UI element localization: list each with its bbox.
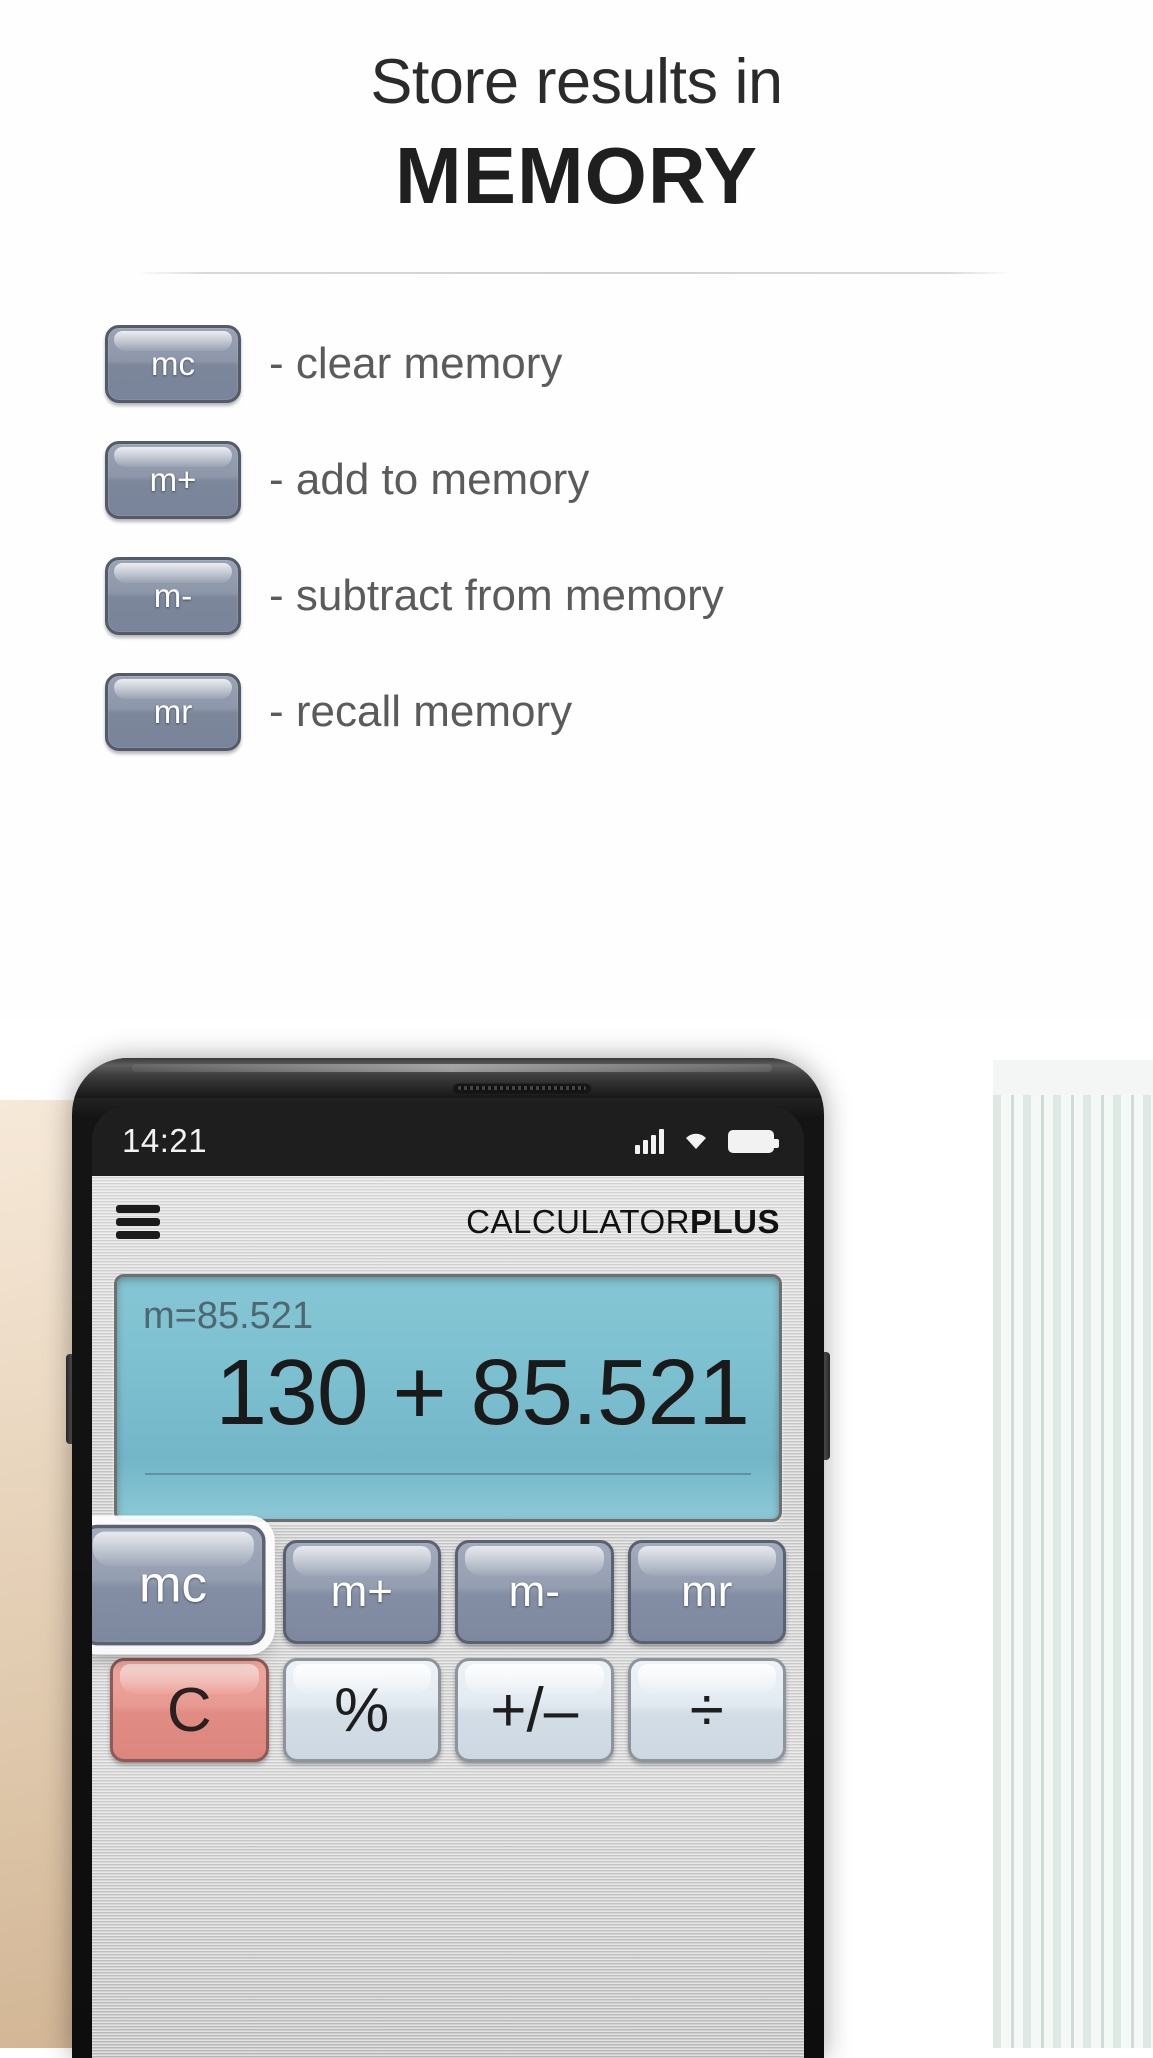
- memory-key-mr-label: mr: [153, 693, 193, 730]
- memory-key-mminus-description: - subtract from memory: [269, 571, 724, 620]
- status-bar-icons: [635, 1127, 779, 1156]
- memory-key-mr[interactable]: mr: [105, 673, 241, 751]
- memory-key-mplus[interactable]: m+: [105, 441, 241, 519]
- headline-line-1: Store results in: [370, 47, 783, 117]
- promo-section: Store results in MEMORY mc - clear memor…: [0, 0, 1153, 1020]
- memory-key-mplus-label: m+: [149, 461, 197, 498]
- key-divide-label: ÷: [689, 1675, 724, 1745]
- earpiece-speaker-icon: [452, 1082, 592, 1094]
- memory-key-mr-description: - recall memory: [269, 687, 573, 736]
- memory-key-mminus[interactable]: m-: [105, 557, 241, 635]
- key-m-minus[interactable]: m-: [455, 1540, 614, 1644]
- status-bar: 14:21: [92, 1106, 804, 1176]
- memory-key-mc[interactable]: mc: [105, 325, 241, 403]
- keypad-row-functions: C % +/– ÷: [110, 1658, 786, 1762]
- battery-full-icon: [728, 1129, 779, 1153]
- key-mr[interactable]: mr: [627, 1540, 786, 1644]
- background-right-top: [993, 1060, 1153, 1100]
- key-clear[interactable]: C: [110, 1658, 269, 1762]
- key-clear-label: C: [166, 1675, 212, 1745]
- display-underline: [145, 1473, 751, 1475]
- app-brand-light: CALCULATOR: [466, 1203, 690, 1240]
- memory-key-mc-description: - clear memory: [269, 339, 563, 388]
- app-bar: CALCULATORPLUS: [92, 1176, 804, 1268]
- key-m-plus-label: m+: [330, 1567, 393, 1616]
- key-percent-label: %: [334, 1675, 390, 1745]
- phone-mockup: 14:21 CALCULATORPLUS m=85.521 130 + 85.5…: [72, 1058, 824, 2058]
- app-brand-bold: PLUS: [689, 1203, 780, 1240]
- phone-edge-highlight: [132, 1064, 772, 1072]
- key-m-minus-label: m-: [508, 1567, 560, 1616]
- memory-key-mplus-description: - add to memory: [269, 455, 590, 504]
- headline-line-2: MEMORY: [394, 131, 759, 220]
- calculator-app: CALCULATORPLUS m=85.521 130 + 85.521 mc …: [92, 1176, 804, 2058]
- phone-screen: 14:21 CALCULATORPLUS m=85.521 130 + 85.5…: [92, 1106, 804, 2058]
- key-m-plus[interactable]: m+: [282, 1540, 441, 1644]
- status-bar-clock: 14:21: [122, 1122, 208, 1159]
- wifi-icon: [680, 1127, 712, 1156]
- key-mr-label: mr: [681, 1567, 733, 1616]
- list-item: mc - clear memory: [0, 306, 1153, 422]
- hamburger-menu-icon[interactable]: [116, 1205, 160, 1239]
- calculator-keypad: mc m+ m- mr C % +/– ÷: [92, 1524, 786, 1762]
- memory-key-mminus-label: m-: [153, 577, 193, 614]
- memory-legend-list: mc - clear memory m+ - add to memory m- …: [0, 306, 1153, 770]
- key-sign-toggle-label: +/–: [490, 1675, 579, 1745]
- phone-top-bezel: [72, 1058, 824, 1098]
- key-mc-label: mc: [138, 1556, 208, 1613]
- list-item: m- - subtract from memory: [0, 538, 1153, 654]
- list-item: m+ - add to memory: [0, 422, 1153, 538]
- memory-key-mc-label: mc: [151, 345, 195, 382]
- app-brand-title: CALCULATORPLUS: [466, 1203, 780, 1241]
- key-divide[interactable]: ÷: [627, 1658, 786, 1762]
- key-mc[interactable]: mc: [92, 1524, 265, 1646]
- display-expression: 130 + 85.521: [215, 1340, 750, 1444]
- key-sign-toggle[interactable]: +/–: [455, 1658, 614, 1762]
- keypad-row-memory: mc m+ m- mr: [92, 1524, 786, 1646]
- background-stripes-right: [993, 1095, 1153, 2048]
- divider: [135, 272, 1015, 274]
- memory-indicator: m=85.521: [143, 1295, 314, 1337]
- key-percent[interactable]: %: [282, 1658, 441, 1762]
- cellular-signal-icon: [635, 1128, 664, 1154]
- calculator-display[interactable]: m=85.521 130 + 85.521: [114, 1274, 782, 1522]
- list-item: mr - recall memory: [0, 654, 1153, 770]
